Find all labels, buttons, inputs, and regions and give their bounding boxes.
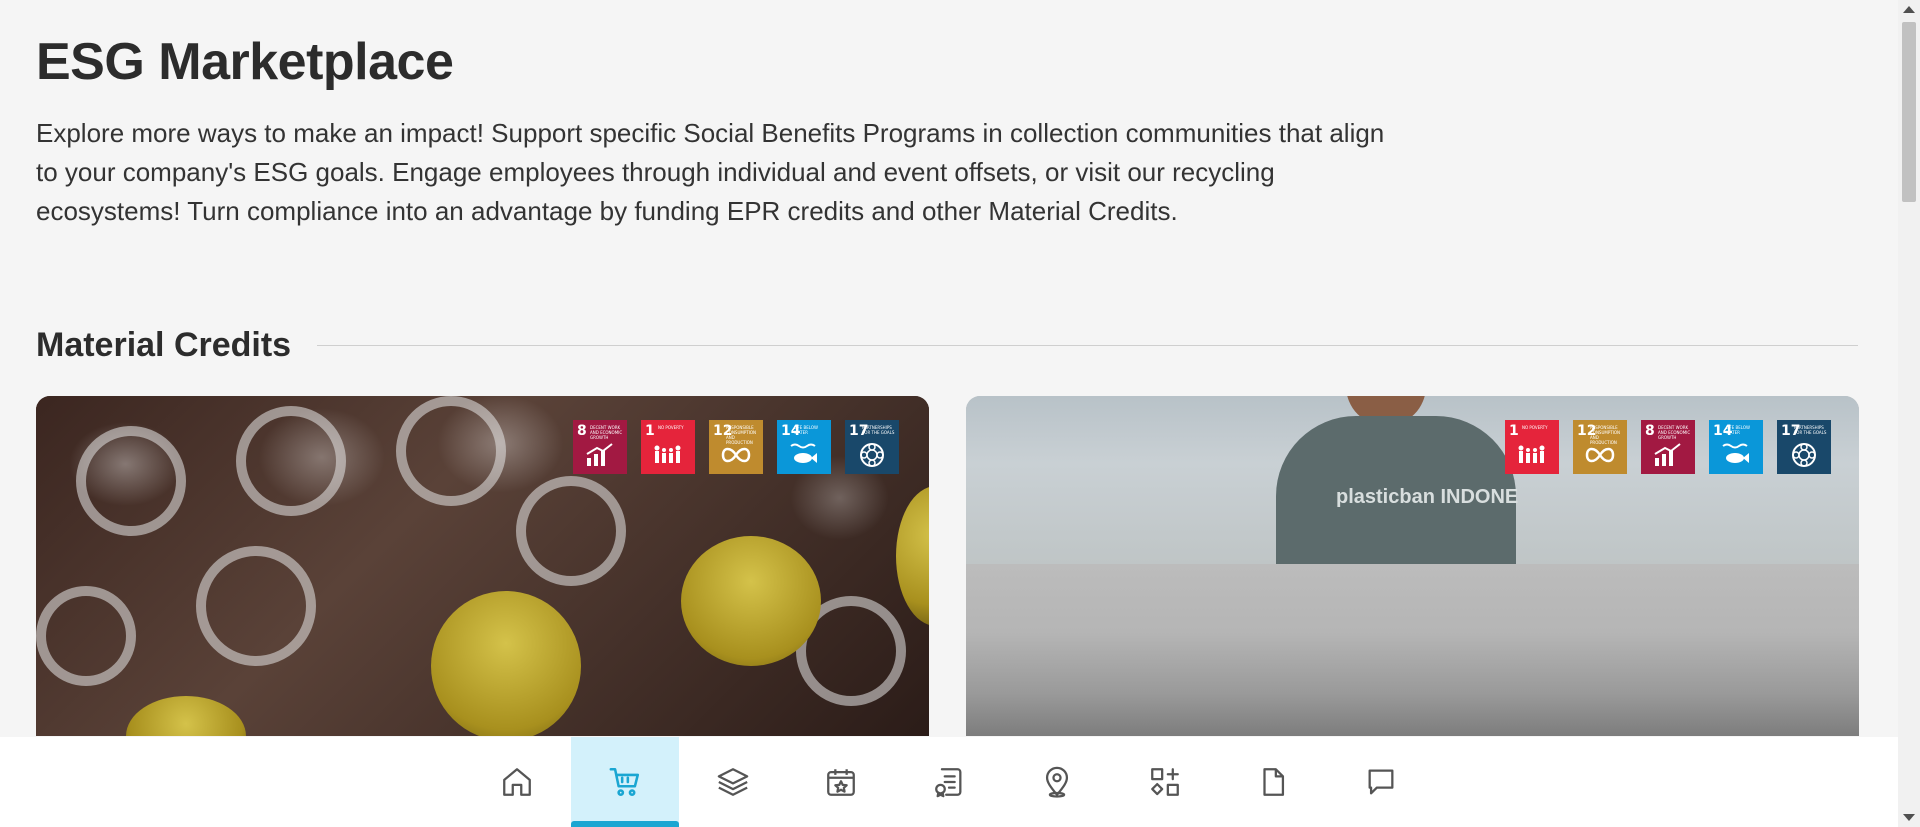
- scroll-down-arrow-icon[interactable]: [1903, 814, 1915, 821]
- section-divider: [317, 344, 1858, 346]
- vertical-scrollbar[interactable]: [1898, 0, 1920, 827]
- sdg-14-icon: 14 Life below water: [1709, 420, 1763, 474]
- certificate-icon: [935, 768, 962, 798]
- card-image-placeholder: [966, 564, 1859, 736]
- sdg-badges: 8 Decent work and economic growth 1 No p…: [573, 420, 899, 474]
- map-pin-icon: [1045, 766, 1069, 798]
- material-credit-card[interactable]: 8 Decent work and economic growth 1 No p…: [36, 396, 929, 736]
- section-title: Material Credits: [36, 325, 292, 364]
- sdg-17-icon: 17 Partnerships for the goals: [1777, 420, 1831, 474]
- apps-icon: [1151, 768, 1179, 796]
- nav-home-button[interactable]: [463, 737, 571, 827]
- home-icon: [503, 768, 531, 796]
- bottom-nav: [0, 737, 1898, 827]
- cart-icon: [609, 767, 640, 797]
- sdg-14-icon: 14 Life below water: [777, 420, 831, 474]
- sdg-8-icon: 8 Decent work and economic growth: [573, 420, 627, 474]
- calendar-star-icon: [827, 769, 855, 796]
- shirt-logo-text: plasticban INDONE: [1336, 486, 1519, 508]
- layers-icon: [717, 768, 749, 796]
- page-title: ESG Marketplace: [36, 33, 454, 91]
- nav-layers-button[interactable]: [679, 737, 787, 827]
- material-credit-card[interactable]: plasticban INDONE 1 No poverty 12 Respon…: [966, 396, 1859, 736]
- scrollbar-thumb[interactable]: [1902, 22, 1916, 202]
- nav-events-button[interactable]: [787, 737, 895, 827]
- nav-messages-button[interactable]: [1327, 737, 1435, 827]
- sdg-1-icon: 1 No poverty: [641, 420, 695, 474]
- sdg-1-icon: 1 No poverty: [1505, 420, 1559, 474]
- sdg-12-icon: 12 Responsible consumption and productio…: [1573, 420, 1627, 474]
- nav-locations-button[interactable]: [1003, 737, 1111, 827]
- nav-marketplace-button[interactable]: [571, 737, 679, 827]
- nav-apps-button[interactable]: [1111, 737, 1219, 827]
- sdg-badges: 1 No poverty 12 Responsible consumption …: [1505, 420, 1831, 474]
- sdg-8-icon: 8 Decent work and economic growth: [1641, 420, 1695, 474]
- document-icon: [1263, 768, 1285, 796]
- section-header: Material Credits: [36, 324, 1858, 366]
- sdg-12-icon: 12 Responsible consumption and productio…: [709, 420, 763, 474]
- sdg-17-icon: 17 Partnerships for the goals: [845, 420, 899, 474]
- nav-certificates-button[interactable]: [895, 737, 1003, 827]
- chat-icon: [1368, 769, 1394, 795]
- nav-documents-button[interactable]: [1219, 737, 1327, 827]
- scroll-up-arrow-icon[interactable]: [1903, 6, 1915, 13]
- page-intro: Explore more ways to make an impact! Sup…: [36, 118, 1385, 226]
